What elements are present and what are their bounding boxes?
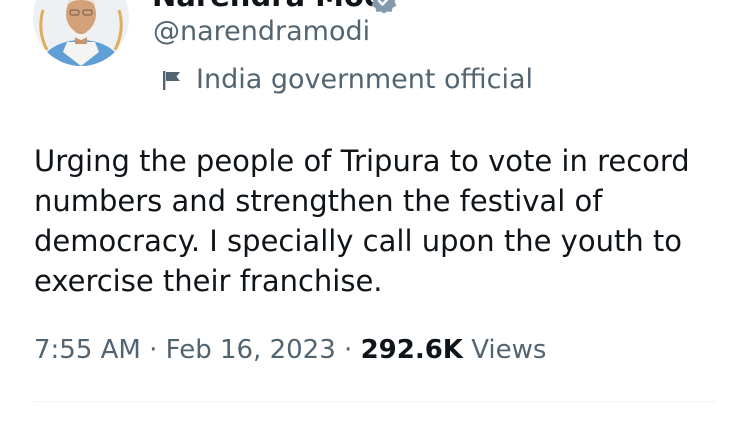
government-label-text: India government official: [196, 64, 534, 95]
verified-badge-icon[interactable]: [370, 0, 398, 13]
meta-separator: ·: [149, 335, 158, 365]
avatar[interactable]: [33, 0, 129, 66]
views-label[interactable]: Views: [471, 335, 546, 365]
tweet-detail: Narendra Modi @narendramodi India govern…: [0, 0, 750, 430]
author-handle[interactable]: @narendramodi: [153, 15, 370, 49]
tweet-date[interactable]: Feb 16, 2023: [166, 335, 336, 365]
views-count[interactable]: 292.6K: [361, 335, 463, 365]
divider: [34, 401, 716, 402]
government-label[interactable]: India government official: [160, 63, 533, 97]
author-display-name[interactable]: Narendra Modi: [152, 0, 395, 13]
tweet-text-line: democracy. I specially call upon the you…: [34, 224, 683, 258]
tweet-metadata: 7:55 AM · Feb 16, 2023 · 292.6K Views: [34, 333, 546, 367]
tweet-text-line: exercise their franchise.: [34, 264, 383, 298]
flag-icon: [163, 71, 180, 90]
tweet-time[interactable]: 7:55 AM: [34, 335, 141, 365]
meta-separator: ·: [344, 335, 353, 365]
avatar-image: [33, 0, 129, 66]
tweet-text: Urging the people of Tripura to vote in …: [34, 141, 724, 301]
tweet-text-line: numbers and strengthen the festival of: [34, 184, 603, 218]
tweet-text-line: Urging the people of Tripura to vote in …: [34, 144, 690, 178]
